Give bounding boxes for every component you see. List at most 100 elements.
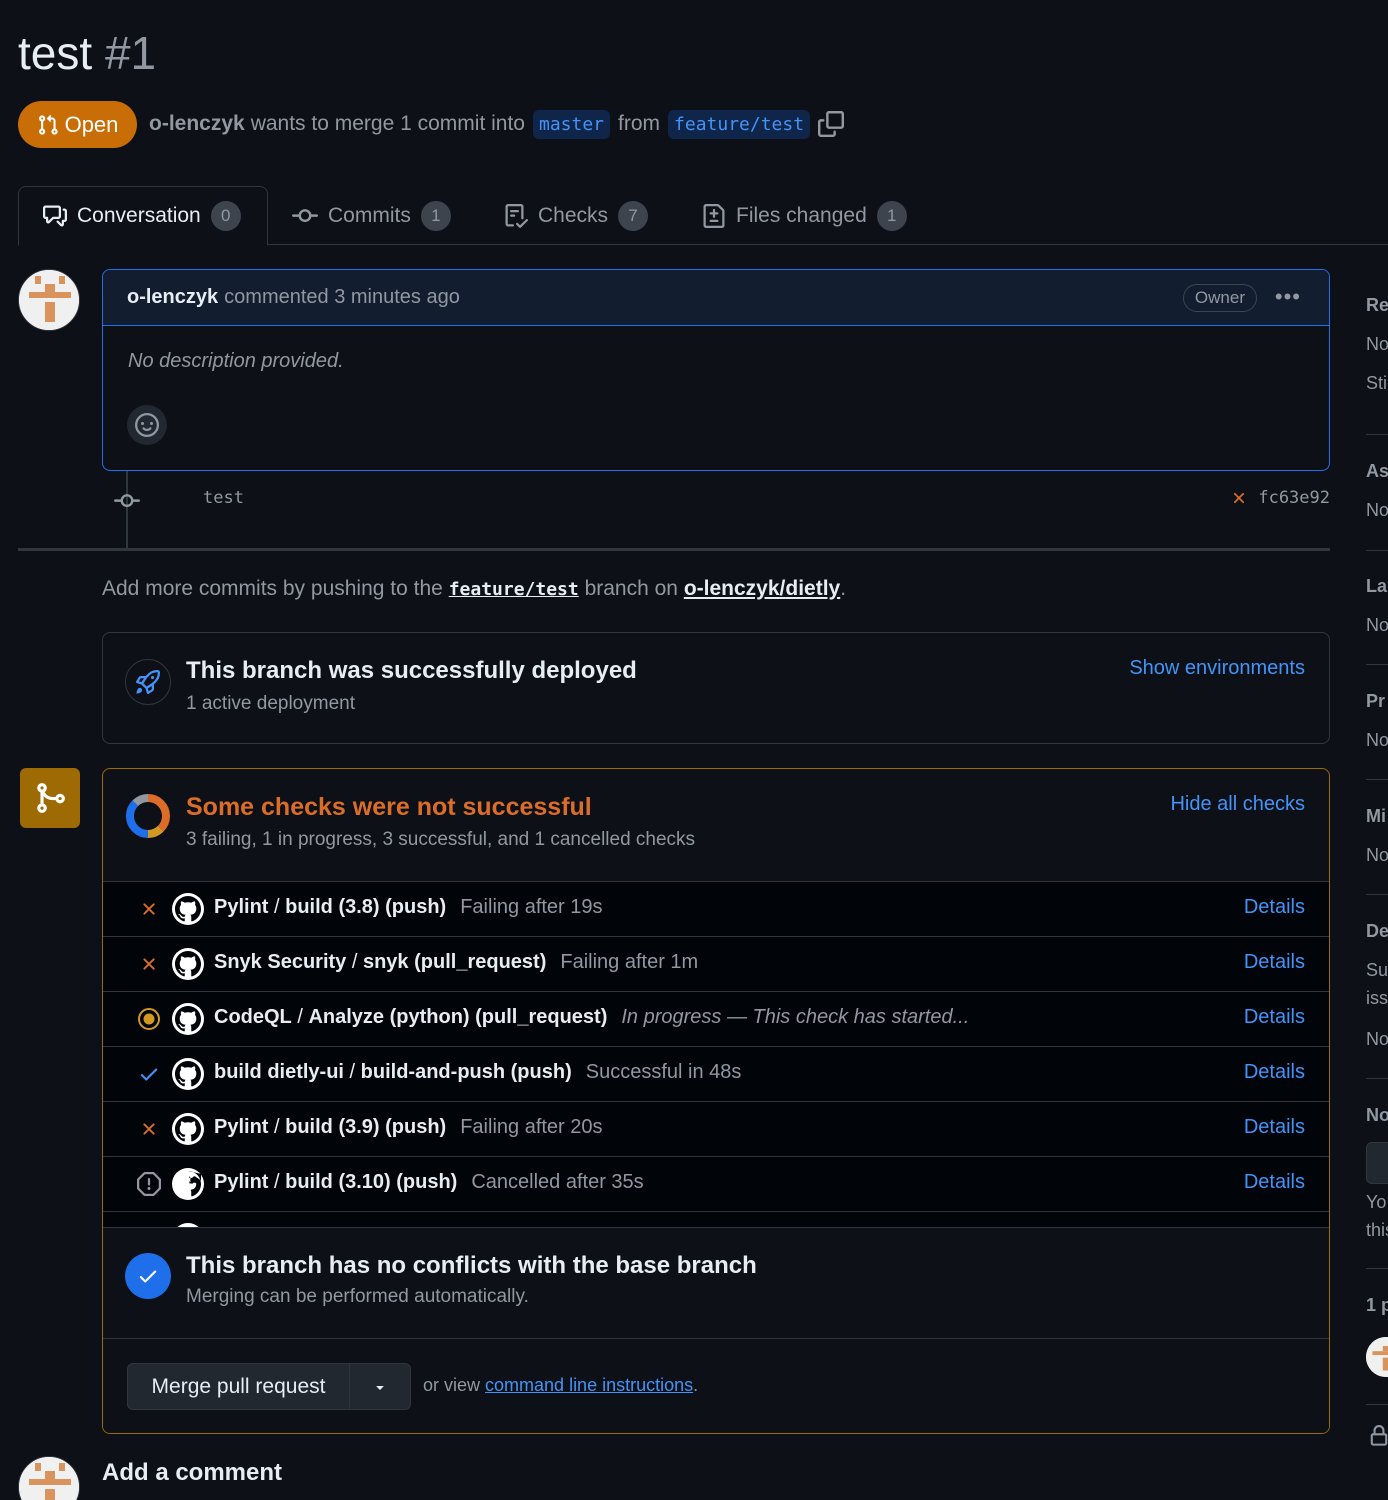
tab-commits-label: Commits (328, 203, 411, 227)
check-details-link[interactable]: Details (1244, 1006, 1305, 1029)
check-name: Snyk Security / snyk (pull_request) Faili… (214, 951, 699, 973)
comment-body: No description provided. (128, 350, 344, 372)
check-job: build (3.10) (push) (285, 1171, 458, 1193)
github-actions-icon (172, 1003, 204, 1035)
merge-pull-request-button[interactable]: Merge pull request (128, 1364, 350, 1409)
pr-description-comment: o-lenczyk commented 3 minutes ago Owner … (102, 269, 1330, 471)
check-circle-icon (125, 1253, 171, 1299)
avatar[interactable] (18, 1456, 80, 1500)
sidebar-notifications-text-2: this (1366, 1220, 1388, 1240)
commit-message-link[interactable]: test (203, 488, 244, 508)
push-hint-owner: o-lenczyk (683, 577, 780, 600)
sidebar-notifications-heading: No (1366, 1105, 1388, 1125)
sidebar-divider (1366, 664, 1388, 665)
merge-method-dropdown[interactable] (350, 1364, 410, 1409)
smiley-icon (135, 413, 159, 437)
checks-list: Pylint / build (3.8) (push) Failing after… (103, 881, 1329, 1227)
add-comment-heading: Add a comment (102, 1459, 283, 1486)
git-commit-icon (114, 494, 140, 508)
participant-avatar[interactable] (1366, 1337, 1388, 1377)
x-icon[interactable] (1230, 489, 1248, 507)
x-icon (137, 952, 161, 976)
tab-checks-count: 7 (618, 200, 649, 231)
push-hint-branch[interactable]: feature/test (449, 579, 579, 600)
check-description: Cancelled after 35s (471, 1171, 644, 1193)
check-workflow: build dietly-ui (214, 1061, 344, 1083)
pr-meta-text: wants to merge 1 commit into (250, 112, 525, 135)
check-job: snyk (pull_request) (362, 951, 547, 973)
commit-sha-link[interactable]: fc63e92 (1258, 488, 1330, 508)
copy-icon[interactable] (818, 111, 845, 137)
check-details-link[interactable]: Details (1244, 896, 1305, 919)
sidebar-development-heading[interactable]: De (1366, 921, 1388, 942)
tab-files-changed-count: 1 (876, 200, 907, 231)
sidebar-divider (1366, 550, 1388, 551)
check-workflow: Pylint (214, 896, 269, 918)
check-icon (137, 1062, 161, 1086)
rocket-icon (136, 670, 160, 694)
merge-hint-after: . (693, 1375, 699, 1395)
add-reaction-button[interactable] (127, 405, 167, 445)
sidebar-divider (1366, 894, 1388, 895)
check-name: CodeQL / Analyze (python) (pull_request)… (214, 1006, 970, 1028)
triangle-down-icon (376, 1385, 384, 1390)
git-commit-icon (292, 208, 318, 222)
stop-icon (137, 1172, 161, 1196)
sidebar-divider (1366, 1078, 1388, 1079)
pr-author-link[interactable]: o-lenczyk (149, 112, 245, 136)
tab-files-changed-label: Files changed (736, 203, 867, 227)
check-details-link[interactable]: Details (1244, 1171, 1305, 1194)
sidebar-assignees-heading[interactable]: As (1366, 461, 1388, 482)
deployment-box: This branch was successfully deployed 1 … (102, 632, 1330, 744)
sidebar-divider (1366, 1268, 1388, 1269)
check-details-link[interactable]: Details (1244, 1116, 1305, 1139)
sidebar-participants-heading: 1 p (1366, 1295, 1388, 1315)
tab-conversation-label: Conversation (77, 204, 201, 227)
check-row: Pylint / build (3.8) (push) Failing after… (103, 882, 1329, 937)
show-environments-button[interactable]: Show environments (1129, 657, 1305, 680)
pr-title: test #1 (18, 26, 156, 80)
pr-state-badge: Open (18, 101, 137, 148)
check-name: Pylint / build (3.9) (push) Failing after… (214, 1116, 603, 1138)
head-branch[interactable]: feature/test (668, 109, 811, 139)
sidebar-reviewers-heading[interactable]: Re (1366, 295, 1388, 316)
merge-hint: or view command line instructions. (423, 1375, 698, 1396)
check-details-link[interactable]: Details (1244, 951, 1305, 974)
deployment-status (125, 659, 171, 705)
tab-commits[interactable]: Commits 1 (268, 186, 475, 245)
pr-meta: o-lenczyk wants to merge 1 commit into m… (149, 108, 845, 140)
check-details-link[interactable]: Details (1244, 1061, 1305, 1084)
sidebar-projects-heading[interactable]: Pr (1366, 691, 1385, 712)
github-actions-icon (172, 1058, 204, 1090)
tab-commits-count: 1 (420, 200, 451, 231)
tab-checks-label: Checks (538, 203, 609, 227)
deployment-subtitle: 1 active deployment (186, 693, 355, 714)
tab-checks[interactable]: Checks 7 (480, 186, 672, 245)
check-row: CodeQL / Analyze (python) (pull_request)… (103, 992, 1329, 1047)
command-line-instructions-link[interactable]: command line instructions (485, 1375, 693, 1395)
check-row: build dietly-ui / build-and-push (push) S… (103, 1047, 1329, 1102)
subscribe-button[interactable] (1366, 1142, 1388, 1184)
kebab-horizontal-icon[interactable]: ••• (1275, 284, 1301, 310)
check-workflow: Pylint (214, 1171, 269, 1193)
check-row: Pylint / build (3.9) (push) Failing after… (103, 1102, 1329, 1157)
push-hint-after: . (840, 577, 847, 600)
git-merge-icon (37, 783, 65, 813)
checks-subtitle: 3 failing, 1 in progress, 3 successful, … (186, 829, 696, 850)
sidebar-milestone-heading[interactable]: Mi (1366, 806, 1386, 827)
hide-all-checks-button[interactable]: Hide all checks (1170, 793, 1305, 816)
comment-author-link[interactable]: o-lenczyk (127, 286, 218, 309)
check-row-partial (103, 1212, 1329, 1227)
tab-files-changed[interactable]: Files changed 1 (678, 186, 931, 245)
merge-status-icon (20, 768, 80, 828)
base-branch[interactable]: master (532, 109, 611, 139)
tab-conversation[interactable]: Conversation 0 (18, 186, 268, 246)
sidebar-projects-value: No (1366, 730, 1388, 750)
sidebar-labels-heading[interactable]: La (1366, 576, 1387, 597)
lock-icon[interactable] (1368, 1424, 1388, 1448)
pr-number: #1 (104, 27, 157, 79)
x-icon (137, 897, 161, 921)
sidebar-reviewers-note: Sti (1366, 373, 1388, 393)
push-hint-repo-link[interactable]: o-lenczyk/dietly (684, 577, 840, 600)
avatar[interactable] (18, 269, 80, 331)
